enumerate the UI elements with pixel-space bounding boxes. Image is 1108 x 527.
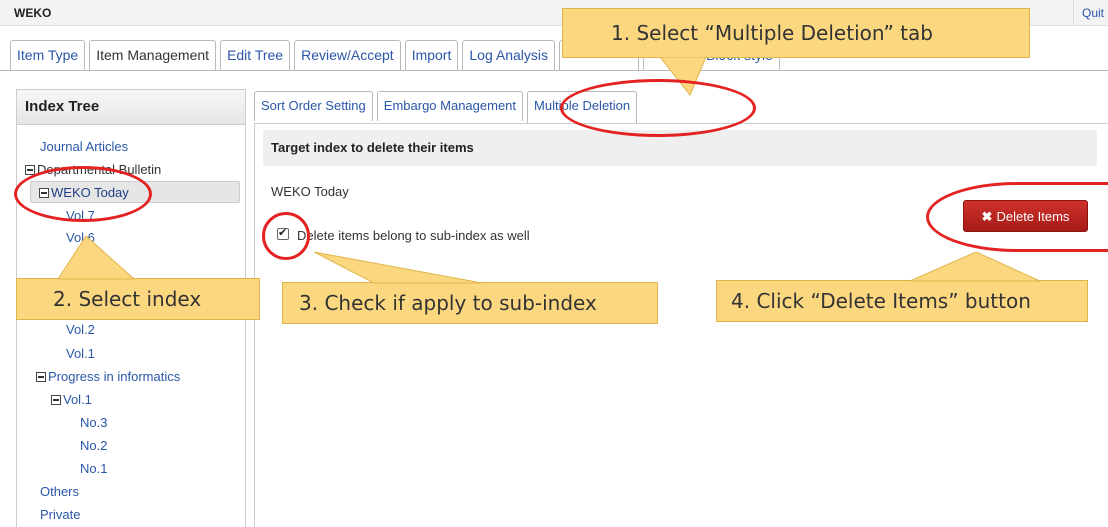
tab-import[interactable]: Import bbox=[404, 40, 459, 70]
tree-item-label: No.1 bbox=[80, 461, 108, 476]
index-tree-title: Index Tree bbox=[17, 90, 245, 125]
tree-item-progress-vol1[interactable]: Vol.1 bbox=[51, 392, 92, 407]
collapse-icon[interactable] bbox=[51, 395, 61, 405]
tree-item-progress-in-informatics[interactable]: Progress in informatics bbox=[36, 369, 180, 384]
callout-step4: 4. Click “Delete Items” button bbox=[716, 280, 1088, 322]
tree-item-label: Others bbox=[40, 484, 80, 499]
quit-link[interactable]: Quit bbox=[1072, 0, 1104, 26]
tab-embargo-management[interactable]: Embargo Management bbox=[376, 91, 524, 121]
tree-item-label: No.2 bbox=[80, 438, 108, 453]
tree-item-label: Vol.2 bbox=[66, 322, 95, 337]
tree-item-label: No.3 bbox=[80, 415, 108, 430]
brand-label: WEKO bbox=[14, 6, 52, 20]
tree-item-vol1[interactable]: Vol.1 bbox=[66, 346, 95, 361]
tree-item-others[interactable]: Others bbox=[40, 484, 79, 499]
tab-sort-order-setting[interactable]: Sort Order Setting bbox=[254, 91, 373, 121]
callout-step3: 3. Check if apply to sub-index bbox=[282, 282, 658, 324]
tree-item-label: Vol.1 bbox=[63, 392, 92, 407]
highlight-ring-step1 bbox=[560, 79, 756, 137]
callout-step1: 1. Select “Multiple Deletion” tab bbox=[562, 8, 1030, 58]
tree-item-private[interactable]: Private bbox=[40, 507, 80, 522]
tab-log-analysis[interactable]: Log Analysis bbox=[462, 40, 555, 70]
highlight-ring-step4 bbox=[926, 182, 1108, 252]
tree-item-label: Journal Articles bbox=[40, 139, 129, 154]
target-index-name: WEKO Today bbox=[271, 184, 349, 199]
collapse-icon[interactable] bbox=[36, 372, 46, 382]
tab-edit-tree[interactable]: Edit Tree bbox=[220, 40, 291, 70]
highlight-ring-step2 bbox=[14, 166, 152, 222]
tree-item-no2[interactable]: No.2 bbox=[80, 438, 107, 453]
tree-item-journal-articles[interactable]: Journal Articles bbox=[40, 139, 128, 154]
callout-step3-pointer bbox=[314, 252, 483, 284]
callout-step2: 2. Select index bbox=[16, 278, 260, 320]
tree-item-no3[interactable]: No.3 bbox=[80, 415, 107, 430]
tree-item-label: Private bbox=[40, 507, 81, 522]
tree-item-label: Vol.1 bbox=[66, 346, 95, 361]
callout-step4-pointer bbox=[909, 252, 1041, 282]
multiple-deletion-panel: Target index to delete their items WEKO … bbox=[254, 123, 1108, 527]
highlight-ring-step3 bbox=[262, 212, 310, 260]
tree-item-no1[interactable]: No.1 bbox=[80, 461, 107, 476]
tab-item-type[interactable]: Item Type bbox=[10, 40, 86, 70]
tab-review-accept[interactable]: Review/Accept bbox=[294, 40, 401, 70]
sub-index-checkbox-label: Delete items belong to sub-index as well bbox=[297, 228, 530, 243]
tab-divider bbox=[0, 70, 1108, 71]
tab-item-management[interactable]: Item Management bbox=[89, 40, 217, 70]
tree-item-vol2[interactable]: Vol.2 bbox=[66, 322, 95, 337]
callout-step2-pointer bbox=[57, 236, 136, 280]
tree-item-label: Progress in informatics bbox=[48, 369, 181, 384]
